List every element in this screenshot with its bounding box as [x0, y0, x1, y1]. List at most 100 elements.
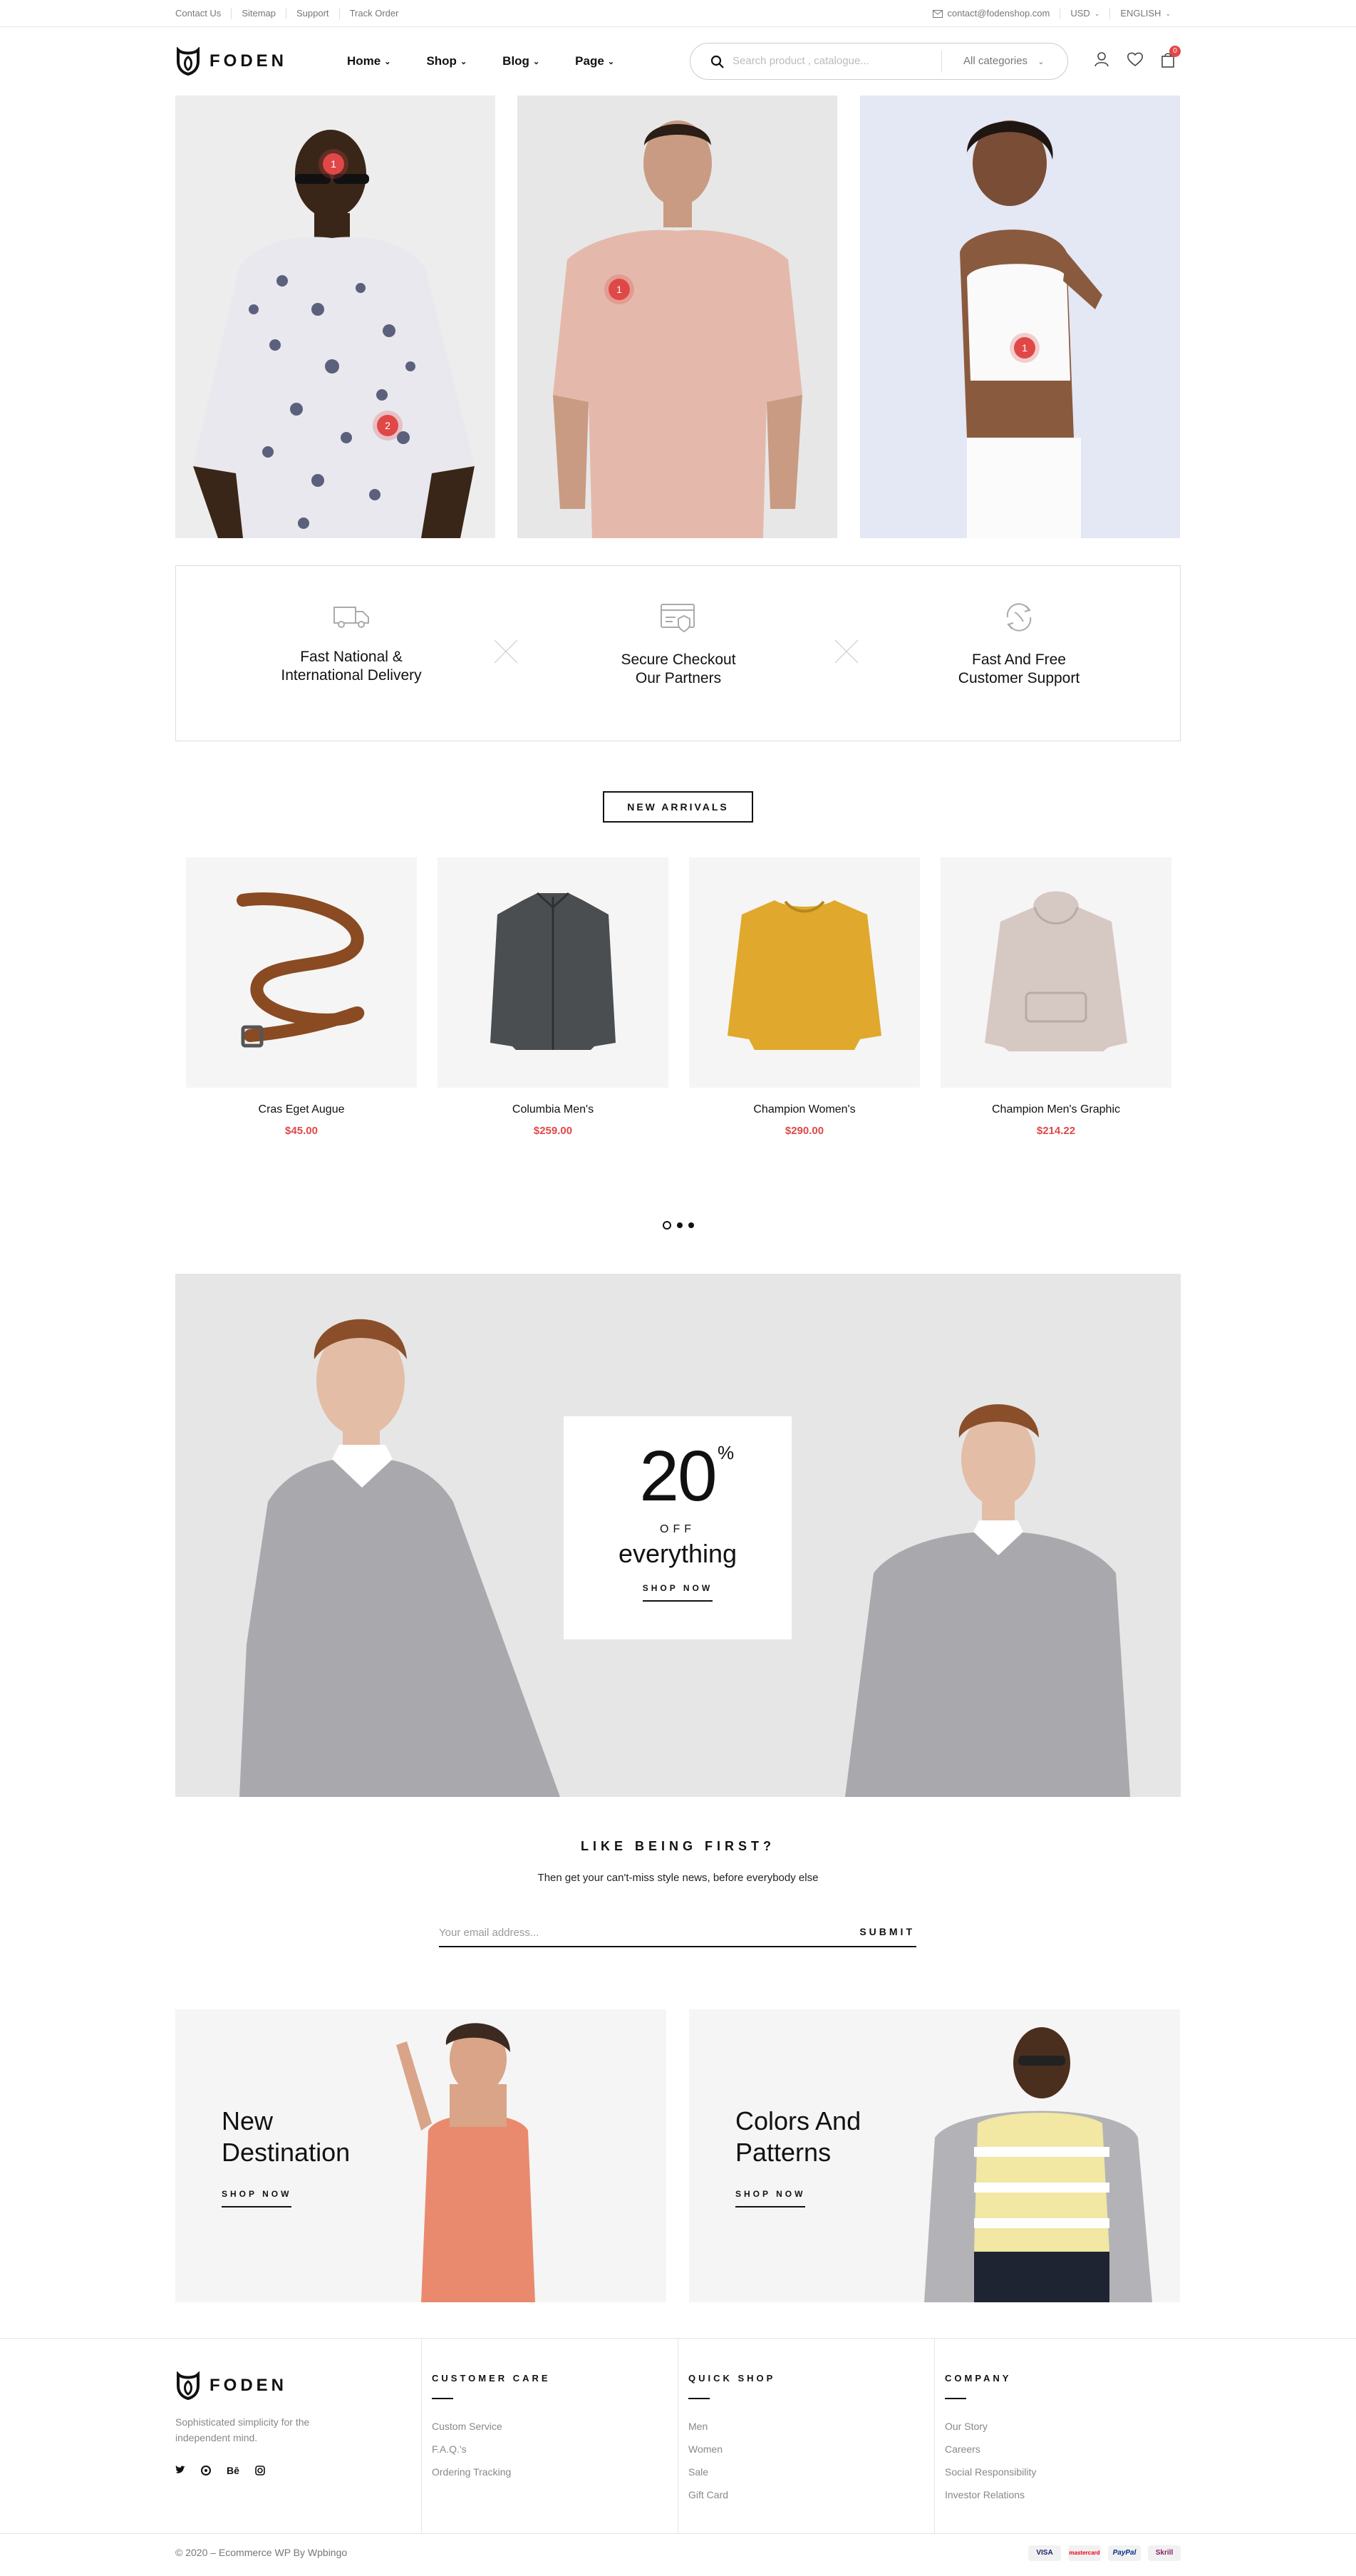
hero-image-men-pink-tee[interactable]: 1	[517, 96, 837, 538]
hotspot[interactable]: 1	[323, 153, 344, 175]
product-image[interactable]	[941, 857, 1171, 1088]
banner-line: New	[222, 2106, 274, 2135]
jacket-illustration	[490, 892, 616, 1050]
hero-image-men-floral[interactable]: 1 2	[175, 96, 495, 538]
banner-shop-now-link[interactable]: SHOP NOW	[735, 2189, 806, 2207]
feature-line: Secure Checkout	[621, 651, 736, 668]
promo-percent-sign: %	[718, 1442, 735, 1463]
hotspot[interactable]: 1	[609, 279, 630, 300]
footer-column-title: QUICK SHOP	[688, 2373, 776, 2384]
top-links: Contact Us Sitemap Support Track Order	[175, 8, 408, 19]
heart-icon[interactable]	[1127, 51, 1144, 67]
social-links: Bē	[175, 2466, 265, 2475]
footer-divider	[432, 2398, 453, 2399]
features-bar: Fast National & International Delivery Se…	[175, 565, 1181, 741]
product-name[interactable]: Champion Men's Graphic	[941, 1103, 1171, 1116]
top-link-contact[interactable]: Contact Us	[175, 8, 231, 19]
product-name[interactable]: Columbia Men's	[438, 1103, 668, 1116]
mastercard-icon: mastercard	[1068, 2545, 1101, 2561]
top-link-support[interactable]: Support	[286, 8, 339, 19]
product-name[interactable]: Champion Women's	[689, 1103, 920, 1116]
pagination-dot-active[interactable]	[663, 1221, 671, 1230]
banner-shop-now-link[interactable]: SHOP NOW	[222, 2189, 292, 2207]
product-price: $214.22	[1036, 1125, 1076, 1137]
language-select[interactable]: ENGLISH ⌄	[1109, 8, 1181, 19]
banner-new-destination[interactable]: New Destination SHOP NOW	[175, 2009, 666, 2302]
footer-link[interactable]: Gift Card	[688, 2483, 933, 2506]
promo-banner: 20 % OFF everything SHOP NOW	[175, 1274, 1181, 1797]
footer-link[interactable]: Men	[688, 2415, 933, 2438]
submit-button[interactable]: SUBMIT	[859, 1926, 915, 1937]
behance-icon[interactable]: Bē	[227, 2466, 239, 2475]
email-field[interactable]	[439, 1919, 795, 1946]
twitter-icon[interactable]	[175, 2466, 185, 2474]
footer-link[interactable]: Our Story	[945, 2415, 1181, 2438]
feature-support: Fast And Free Customer Support	[912, 602, 1126, 688]
instagram-icon[interactable]	[255, 2466, 265, 2475]
product-card[interactable]: Champion Men's Graphic $214.22	[941, 857, 1171, 1137]
pagination-dot[interactable]	[688, 1222, 694, 1228]
nav-blog[interactable]: Blog ⌄	[502, 54, 539, 68]
copyright-bar: © 2020 – Ecommerce WP By Wpbingo VISA ma…	[0, 2533, 1356, 2576]
truck-icon	[333, 607, 369, 628]
nav-page[interactable]: Page ⌄	[575, 54, 614, 68]
new-arrivals-button[interactable]: NEW ARRIVALS	[603, 791, 753, 823]
banner-colors-patterns[interactable]: Colors And Patterns SHOP NOW	[689, 2009, 1180, 2302]
footer-link[interactable]: Women	[688, 2438, 933, 2461]
product-image[interactable]	[438, 857, 668, 1088]
chevron-down-icon: ⌄	[1094, 10, 1100, 17]
search-icon[interactable]	[710, 55, 725, 69]
divider-x-icon	[834, 639, 859, 664]
footer-link[interactable]: Custom Service	[432, 2415, 676, 2438]
user-icon[interactable]	[1094, 51, 1109, 67]
model-illustration	[553, 120, 802, 538]
promo-percent: 20	[639, 1436, 717, 1516]
hero-image-women-white-top[interactable]: 1	[860, 96, 1180, 538]
top-link-track-order[interactable]: Track Order	[338, 8, 409, 19]
product-card[interactable]: Champion Women's $290.00	[689, 857, 920, 1137]
footer-link[interactable]: Social Responsibility	[945, 2461, 1181, 2483]
newsletter-form: SUBMIT	[439, 1919, 916, 1947]
hotspot[interactable]: 2	[377, 415, 398, 436]
footer-logo[interactable]: FODEN	[175, 2371, 287, 2400]
footer-link[interactable]: Sale	[688, 2461, 933, 2483]
footer-description: Sophisticated simplicity for the indepen…	[175, 2416, 310, 2443]
chevron-down-icon: ⌄	[607, 57, 615, 66]
footer-link[interactable]: Careers	[945, 2438, 1181, 2461]
footer-link[interactable]: Ordering Tracking	[432, 2461, 676, 2483]
product-name[interactable]: Cras Eget Augue	[186, 1103, 417, 1116]
category-select[interactable]: All categories ⌄	[941, 51, 1068, 72]
cart-count-badge: 0	[1169, 46, 1181, 57]
cart-button[interactable]: 0	[1161, 46, 1181, 72]
product-card[interactable]: Columbia Men's $259.00	[438, 857, 668, 1137]
top-link-sitemap[interactable]: Sitemap	[231, 8, 286, 19]
newsletter-title: LIKE BEING FIRST?	[581, 1839, 775, 1853]
footer: FODEN Sophisticated simplicity for the i…	[0, 2338, 1356, 2534]
pinterest-icon[interactable]	[201, 2466, 211, 2475]
search-input[interactable]: Search product , catalogue...	[733, 55, 869, 67]
product-image[interactable]	[689, 857, 920, 1088]
footer-column-customer-care: CUSTOMER CARE Custom Service F.A.Q.'s Or…	[421, 2339, 676, 2534]
currency-select[interactable]: USD ⌄	[1060, 8, 1109, 19]
promo-shop-now-link[interactable]: SHOP NOW	[642, 1583, 713, 1602]
skrill-icon: Skrill	[1148, 2545, 1181, 2561]
support-icon	[1006, 603, 1032, 632]
footer-link[interactable]: Investor Relations	[945, 2483, 1181, 2506]
footer-column-title: COMPANY	[945, 2373, 1012, 2384]
nav-shop[interactable]: Shop ⌄	[426, 54, 467, 68]
email-link[interactable]: contact@fodenshop.com	[923, 8, 1060, 19]
feature-line: Our Partners	[635, 670, 722, 686]
pagination-dot[interactable]	[677, 1222, 683, 1228]
hotspot[interactable]: 1	[1014, 337, 1035, 359]
product-card[interactable]: Cras Eget Augue $45.00	[186, 857, 417, 1137]
promo-box: 20 % OFF everything SHOP NOW	[564, 1416, 792, 1639]
top-bar: Contact Us Sitemap Support Track Order c…	[0, 0, 1356, 27]
footer-link[interactable]: F.A.Q.'s	[432, 2438, 676, 2461]
product-image[interactable]	[186, 857, 417, 1088]
logo[interactable]: FODEN	[175, 47, 287, 76]
logo-mark-icon	[177, 2371, 200, 2400]
search-bar[interactable]: Search product , catalogue... All catego…	[690, 43, 1068, 80]
nav-home[interactable]: Home ⌄	[347, 54, 390, 68]
belt-illustration	[237, 892, 365, 1048]
paypal-icon: PayPal	[1108, 2545, 1141, 2561]
